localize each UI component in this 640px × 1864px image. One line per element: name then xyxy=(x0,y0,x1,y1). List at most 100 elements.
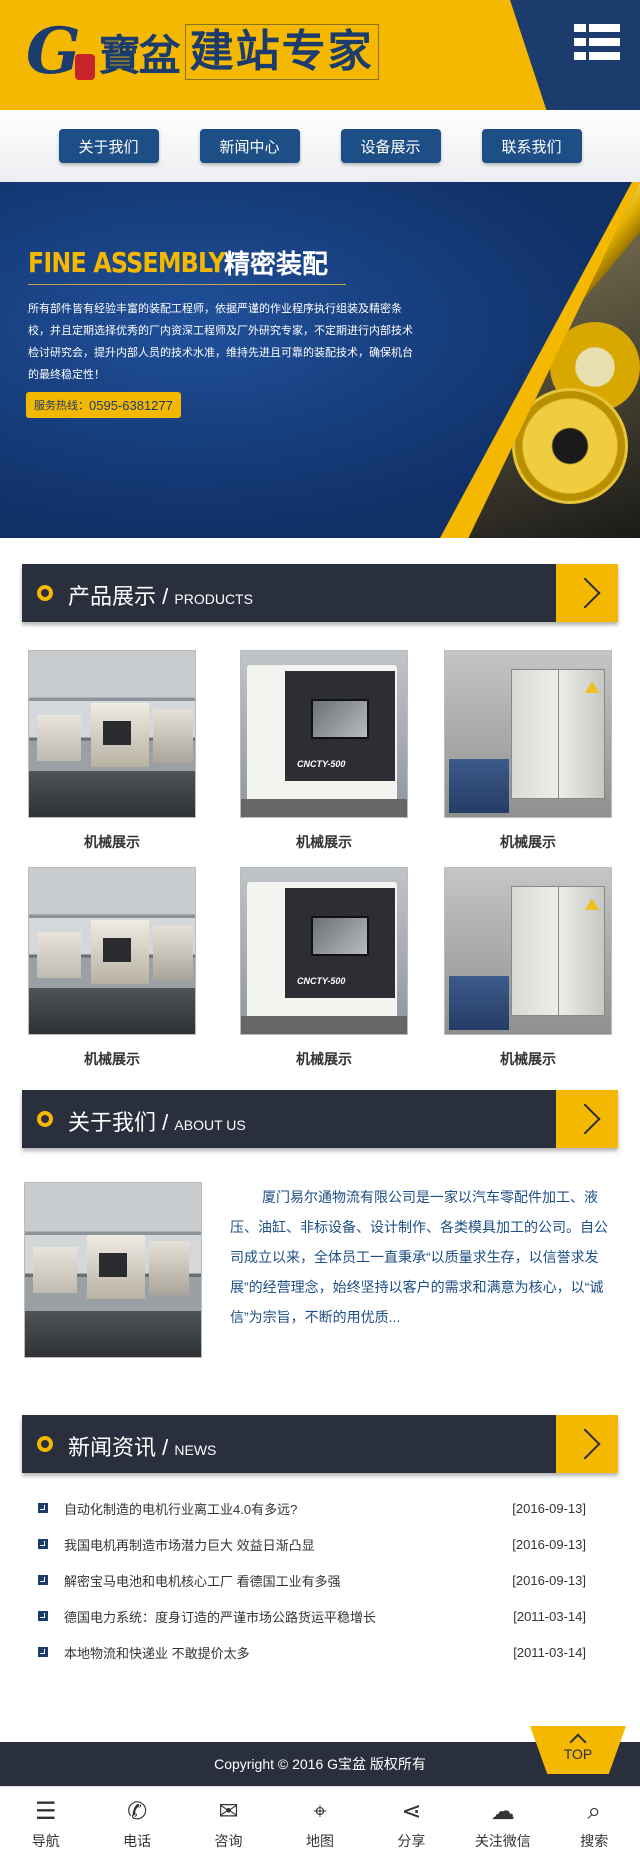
product-image: CNCTY-500 xyxy=(240,867,408,1035)
hotline-badge[interactable]: 服务热线： 0595-6381277 xyxy=(26,392,181,418)
product-image xyxy=(28,650,196,818)
site-header: G 寶盆 建站专家 xyxy=(0,0,640,110)
news-item-title: 解密宝马电池和电机核心工厂 看德国工业有多强 xyxy=(64,1573,341,1589)
tab-label: 电话 xyxy=(123,1833,152,1849)
news-item-title: 我国电机再制造市场潜力巨大 效益日渐凸显 xyxy=(64,1537,315,1553)
tab-map[interactable]: ⌖ 地图 xyxy=(280,1787,360,1864)
about-more-arrow-icon[interactable] xyxy=(556,1090,618,1148)
machine-model-label: CNCTY-500 xyxy=(297,759,346,769)
news-list: 自动化制造的电机行业离工业4.0有多远? [2016-09-13] 我国电机再制… xyxy=(38,1490,586,1670)
banner-title: FINE ASSEMBLY 精密装配 xyxy=(28,244,328,281)
news-item-date: [2016-09-13] xyxy=(512,1572,586,1588)
bullet-icon xyxy=(38,1647,48,1657)
tab-label: 咨询 xyxy=(214,1833,243,1849)
product-card[interactable]: 机械展示 xyxy=(444,650,612,852)
about-title-en: ABOUT US xyxy=(174,1117,246,1133)
product-image xyxy=(444,650,612,818)
banner-title-cn: 精密装配 xyxy=(224,249,329,279)
tab-share[interactable]: ⋖ 分享 xyxy=(371,1787,451,1864)
wechat-icon: ☁ xyxy=(490,1798,515,1825)
logo[interactable]: G 寶盆 建站专家 xyxy=(26,18,379,86)
news-item[interactable]: 解密宝马电池和电机核心工厂 看德国工业有多强 [2016-09-13] xyxy=(38,1562,586,1598)
menu-grid-icon[interactable] xyxy=(574,24,620,64)
product-caption: 机械展示 xyxy=(500,1051,556,1067)
nav-news-button[interactable]: 新闻中心 xyxy=(199,129,300,163)
products-more-arrow-icon[interactable] xyxy=(556,564,618,622)
about-title-sep: / xyxy=(162,1110,169,1135)
nav-contact-button[interactable]: 联系我们 xyxy=(481,129,582,163)
news-item-title: 德国电力系统：度身订造的严谨市场公路货运平稳增长 xyxy=(64,1609,377,1625)
logo-slogan: 建站专家 xyxy=(184,24,379,80)
news-item[interactable]: 我国电机再制造市场潜力巨大 效益日渐凸显 [2016-09-13] xyxy=(38,1526,586,1562)
machine-model-label: CNCTY-500 xyxy=(297,976,346,986)
banner-divider xyxy=(28,284,346,285)
list-icon: ☰ xyxy=(34,1798,57,1825)
bullet-icon xyxy=(38,1575,48,1585)
hotline-label: 服务热线： xyxy=(34,400,89,412)
tab-consult[interactable]: ✉ 咨询 xyxy=(189,1787,269,1864)
map-icon: ⌖ xyxy=(313,1798,327,1825)
tab-phone[interactable]: ✆ 电话 xyxy=(97,1787,177,1864)
product-image: CNCTY-500 xyxy=(240,650,408,818)
tab-label: 分享 xyxy=(397,1833,426,1849)
news-title-sep: / xyxy=(162,1435,169,1460)
product-caption: 机械展示 xyxy=(84,834,140,850)
tab-wechat[interactable]: ☁ 关注微信 xyxy=(463,1787,543,1864)
banner-title-en: FINE ASSEMBLY xyxy=(28,246,226,279)
news-item-date: [2011-03-14] xyxy=(513,1608,586,1624)
nav-about-button[interactable]: 关于我们 xyxy=(58,129,159,163)
product-card[interactable]: CNCTY-500 机械展示 xyxy=(240,867,408,1069)
news-more-arrow-icon[interactable] xyxy=(556,1415,618,1473)
banner-description: 所有部件皆有经验丰富的装配工程师，依据严谨的作业程序执行组装及精密条校，并且定期… xyxy=(28,303,413,381)
product-caption: 机械展示 xyxy=(84,1051,140,1067)
news-item-date: [2011-03-14] xyxy=(513,1644,586,1660)
news-item-date: [2016-09-13] xyxy=(512,1536,586,1552)
product-card[interactable]: 机械展示 xyxy=(444,867,612,1069)
news-item-date: [2016-09-13] xyxy=(512,1500,586,1516)
main-nav: 关于我们 新闻中心 设备展示 联系我们 xyxy=(0,110,640,182)
product-card[interactable]: 机械展示 xyxy=(28,650,196,852)
about-text: 厦门易尔通物流有限公司是一家以汽车零配件加工、液压、油缸、非标设备、设计制作、各… xyxy=(230,1189,608,1325)
news-item[interactable]: 德国电力系统：度身订造的严谨市场公路货运平稳增长 [2011-03-14] xyxy=(38,1598,586,1634)
copyright-text: Copyright © 2016 G宝盆 版权所有 xyxy=(214,1756,426,1772)
logo-seal xyxy=(74,54,95,80)
products-section-header: 产品展示 / PRODUCTS xyxy=(22,564,618,622)
search-icon: ⌕ xyxy=(587,1798,601,1825)
bottom-tab-bar: ☰ 导航 ✆ 电话 ✉ 咨询 ⌖ 地图 ⋖ 分享 ☁ 关注微信 ⌕ 搜索 xyxy=(0,1786,640,1864)
products-title-sep: / xyxy=(162,584,169,609)
section-dot-icon xyxy=(37,1436,53,1452)
share-icon: ⋖ xyxy=(401,1798,422,1825)
news-title: 新闻资讯 xyxy=(68,1435,157,1460)
about-title: 关于我们 xyxy=(68,1110,157,1135)
tab-label: 搜索 xyxy=(580,1833,609,1849)
tab-search[interactable]: ⌕ 搜索 xyxy=(554,1787,634,1864)
tab-label: 导航 xyxy=(31,1833,60,1849)
news-item[interactable]: 自动化制造的电机行业离工业4.0有多远? [2016-09-13] xyxy=(38,1490,586,1526)
product-caption: 机械展示 xyxy=(296,834,352,850)
phone-icon: ✆ xyxy=(127,1798,148,1825)
hotline-number: 0595-6381277 xyxy=(89,397,173,413)
products-title: 产品展示 xyxy=(68,584,157,609)
news-item-title: 自动化制造的电机行业离工业4.0有多远? xyxy=(64,1501,298,1517)
tab-label: 地图 xyxy=(305,1833,334,1849)
product-caption: 机械展示 xyxy=(500,834,556,850)
logo-brand: 寶盆 xyxy=(98,30,181,80)
nav-equipment-button[interactable]: 设备展示 xyxy=(340,129,441,163)
product-image xyxy=(28,867,196,1035)
section-dot-icon xyxy=(37,585,53,601)
bullet-icon xyxy=(38,1611,48,1621)
product-card[interactable]: CNCTY-500 机械展示 xyxy=(240,650,408,852)
product-image xyxy=(444,867,612,1035)
product-caption: 机械展示 xyxy=(296,1051,352,1067)
chat-icon: ✉ xyxy=(218,1798,239,1825)
news-section-header: 新闻资讯 / NEWS xyxy=(22,1415,618,1473)
product-card[interactable]: 机械展示 xyxy=(28,867,196,1069)
news-item[interactable]: 本地物流和快递业 不敢提价太多 [2011-03-14] xyxy=(38,1634,586,1670)
about-image xyxy=(24,1182,202,1358)
logo-mark: G xyxy=(26,14,81,89)
tab-label: 关注微信 xyxy=(474,1833,531,1849)
section-dot-icon xyxy=(37,1111,53,1127)
news-title-en: NEWS xyxy=(174,1442,217,1458)
tab-nav[interactable]: ☰ 导航 xyxy=(6,1787,86,1864)
about-section-header: 关于我们 / ABOUT US xyxy=(22,1090,618,1148)
